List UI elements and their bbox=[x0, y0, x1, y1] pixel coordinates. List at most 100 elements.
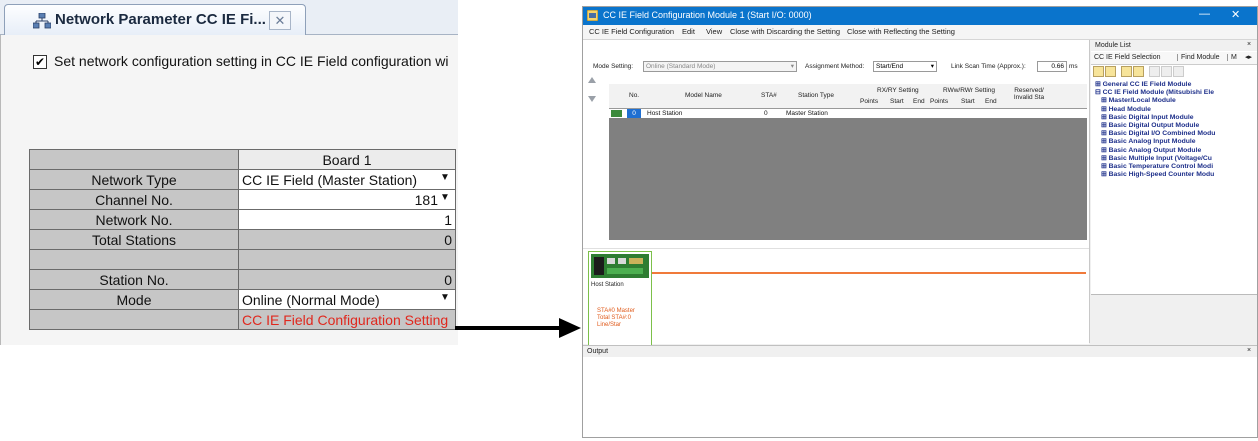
mode-value: Online (Normal Mode) bbox=[242, 291, 380, 308]
window-title: CC IE Field Configuration Module 1 (Star… bbox=[603, 10, 812, 20]
close-icon[interactable]: ✕ bbox=[1231, 8, 1240, 21]
module-list-pane: Module List × CC IE Field Selection Find… bbox=[1091, 40, 1257, 343]
tree-item[interactable]: ⊞ Basic Analog Input Module bbox=[1095, 138, 1257, 146]
network-type-value: CC IE Field (Master Station) bbox=[242, 171, 418, 188]
network-type-select[interactable]: ▼ CC IE Field (Master Station) bbox=[238, 169, 456, 190]
module-tree: ⊞ General CC IE Field Module ⊟ CC IE Fie… bbox=[1095, 81, 1257, 179]
expand-icon[interactable] bbox=[1121, 66, 1132, 77]
tree-item-label: Basic Digital Input Module bbox=[1108, 113, 1194, 121]
module-list-header: Module List × bbox=[1091, 40, 1257, 51]
module-info-pane bbox=[1091, 294, 1257, 343]
total-stations-label: Total Stations bbox=[29, 229, 239, 250]
network-diagram: Host Station STA#0 Master Total STA#:0 L… bbox=[583, 248, 1089, 381]
title-bar: CC IE Field Configuration Module 1 (Star… bbox=[583, 7, 1257, 25]
menu-view[interactable]: View bbox=[706, 27, 722, 36]
chevron-down-icon: ▼ bbox=[440, 291, 450, 303]
row-station-type: Master Station bbox=[786, 110, 828, 117]
module-board-icon bbox=[591, 254, 649, 278]
menu-close-discard[interactable]: Close with Discarding the Setting bbox=[730, 27, 840, 36]
assignment-method-label: Assignment Method: bbox=[805, 63, 865, 70]
parameter-body: ✔ Set network configuration setting in C… bbox=[0, 35, 458, 345]
tree-item[interactable]: ⊞ Basic Multiple Input (Voltage/Cu bbox=[1095, 155, 1257, 163]
mode-setting-label: Mode Setting: bbox=[593, 63, 634, 70]
tree-item[interactable]: ⊞ Basic High-Speed Counter Modu bbox=[1095, 171, 1257, 179]
scroll-arrows-icon[interactable] bbox=[587, 74, 597, 106]
tree-item-label: Basic Temperature Control Modi bbox=[1108, 162, 1214, 170]
configuration-pane: Mode Setting: Online (Standard Mode) ▾ As… bbox=[583, 40, 1090, 381]
minimize-icon[interactable]: — bbox=[1199, 8, 1210, 20]
menu-edit[interactable]: Edit bbox=[682, 27, 695, 36]
config-setting-label bbox=[29, 309, 239, 330]
tree-item[interactable]: ⊞ Master/Local Module bbox=[1095, 97, 1257, 105]
up-icon[interactable] bbox=[1149, 66, 1160, 77]
tab-find-module[interactable]: Find Module bbox=[1177, 54, 1220, 61]
tab-network-parameter[interactable]: Network Parameter CC IE Fi... ✕ bbox=[4, 4, 306, 35]
tree-item[interactable]: ⊞ Basic Digital I/O Combined Modu bbox=[1095, 130, 1257, 138]
mode-label: Mode bbox=[29, 289, 239, 310]
collapse-icon[interactable] bbox=[1133, 66, 1144, 77]
host-station-label: Host Station bbox=[591, 282, 624, 288]
row-no: 0 bbox=[627, 109, 641, 118]
col-model-name: Model Name bbox=[685, 92, 722, 99]
assignment-method-select[interactable]: Start/End ▾ bbox=[873, 61, 937, 72]
menu-close-reflect[interactable]: Close with Reflecting the Setting bbox=[847, 27, 955, 36]
tab-scroll-icon[interactable]: ◂▸ bbox=[1245, 53, 1252, 61]
col-rxry-setting: RX/RY Setting bbox=[877, 87, 919, 94]
tree-item-label: Basic Digital I/O Combined Modu bbox=[1108, 130, 1216, 138]
sort-alpha-icon[interactable] bbox=[1105, 66, 1116, 77]
network-config-checkbox[interactable]: ✔ bbox=[33, 55, 47, 69]
close-icon[interactable]: × bbox=[1247, 347, 1251, 354]
down-icon[interactable] bbox=[1161, 66, 1172, 77]
tree-item[interactable]: ⊞ General CC IE Field Module bbox=[1095, 81, 1257, 89]
assignment-method-value: Start/End bbox=[876, 63, 904, 70]
tree-item[interactable]: ⊟ CC IE Field Module (Mitsubishi Ele bbox=[1095, 89, 1257, 97]
menu-bar: CC IE Field Configuration Edit View Clos… bbox=[583, 25, 1257, 40]
module-icon bbox=[611, 110, 622, 117]
delete-icon[interactable] bbox=[1173, 66, 1184, 77]
col-station-type: Station Type bbox=[798, 92, 835, 99]
network-icon bbox=[33, 13, 51, 29]
network-line bbox=[652, 272, 1086, 274]
mode-setting-value: Online (Standard Mode) bbox=[646, 63, 716, 70]
link-scan-time-label: Link Scan Time (Approx.): bbox=[951, 63, 1026, 70]
tree-item[interactable]: ⊞ Basic Digital Output Module bbox=[1095, 122, 1257, 130]
sort-icon[interactable] bbox=[1093, 66, 1104, 77]
mode-setting-select[interactable]: Online (Standard Mode) ▾ bbox=[643, 61, 797, 72]
close-icon[interactable]: × bbox=[1247, 41, 1251, 48]
tree-item[interactable]: ⊞ Head Module bbox=[1095, 106, 1257, 114]
table-row[interactable]: 0 Host Station 0 Master Station bbox=[609, 109, 1087, 118]
output-title: Output bbox=[587, 348, 609, 355]
tab-cc-ie-field-selection[interactable]: CC IE Field Selection bbox=[1094, 54, 1161, 61]
grid-corner bbox=[29, 149, 239, 170]
output-header: Output × bbox=[583, 346, 1257, 357]
chevron-down-icon: ▾ bbox=[790, 63, 794, 70]
tree-item-label: CC IE Field Module (Mitsubishi Ele bbox=[1102, 89, 1214, 97]
row-sta: 0 bbox=[764, 110, 768, 117]
tab-title: Network Parameter CC IE Fi... bbox=[55, 11, 266, 28]
col-sta: STA# bbox=[761, 92, 777, 99]
link-scan-time-field: 0.66 bbox=[1037, 61, 1067, 72]
tree-item[interactable]: ⊞ Basic Analog Output Module bbox=[1095, 147, 1257, 155]
channel-no-select[interactable]: ▼ 181 bbox=[238, 189, 456, 210]
tree-item-label: Head Module bbox=[1108, 105, 1151, 113]
col-reserved: Reserved/ Invalid Sta bbox=[1013, 87, 1045, 101]
mode-select[interactable]: ▼ Online (Normal Mode) bbox=[238, 289, 456, 310]
module-list-tabs: CC IE Field Selection Find Module M ◂▸ bbox=[1091, 52, 1257, 65]
network-no-field[interactable]: 1 bbox=[238, 209, 456, 230]
close-icon[interactable]: ✕ bbox=[269, 11, 291, 30]
chevron-down-icon: ▼ bbox=[440, 191, 450, 203]
output-pane: Output × bbox=[583, 345, 1257, 437]
board-header: Board 1 bbox=[238, 149, 456, 170]
station-no-label: Station No. bbox=[29, 269, 239, 290]
menu-cc-ie-field-configuration[interactable]: CC IE Field Configuration bbox=[589, 27, 674, 36]
cc-ie-field-config-setting-link[interactable]: CC IE Field Configuration Setting bbox=[238, 309, 456, 330]
tree-item-label: Basic High-Speed Counter Modu bbox=[1108, 171, 1215, 179]
network-config-checkbox-label: Set network configuration setting in CC … bbox=[54, 53, 449, 69]
station-table: No. Model Name STA# Station Type RX/RY S… bbox=[609, 84, 1087, 251]
tree-item[interactable]: ⊞ Basic Digital Input Module bbox=[1095, 114, 1257, 122]
parameter-grid: Board 1 Network Type ▼ CC IE Field (Maste… bbox=[29, 149, 456, 330]
tab-more[interactable]: M bbox=[1227, 54, 1237, 61]
tree-item[interactable]: ⊞ Basic Temperature Control Modi bbox=[1095, 163, 1257, 171]
tree-item-label: Basic Digital Output Module bbox=[1108, 121, 1200, 129]
tree-item-label: Basic Analog Input Module bbox=[1108, 138, 1196, 146]
